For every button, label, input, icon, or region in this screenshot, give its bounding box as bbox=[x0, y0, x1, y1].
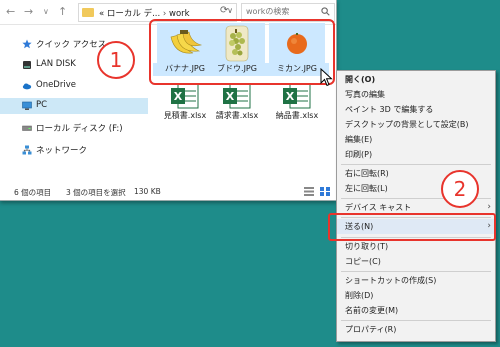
menu-item-copy[interactable]: コピー(C) bbox=[337, 254, 495, 269]
status-size: 130 KB bbox=[134, 187, 161, 196]
file-name: 納品書.xlsx bbox=[275, 111, 319, 120]
sidebar-item-local-disk-f[interactable]: ローカル ディスク (F:) bbox=[0, 120, 148, 136]
cloud-icon bbox=[22, 83, 32, 90]
back-arrow-icon[interactable]: ← bbox=[6, 5, 15, 18]
menu-item-edit-paint3d[interactable]: ペイント 3D で編集する bbox=[337, 102, 495, 117]
network-drive-icon bbox=[23, 61, 31, 69]
breadcrumb-folder[interactable]: work bbox=[169, 9, 190, 19]
menu-item-properties[interactable]: プロパティ(R) bbox=[337, 322, 495, 337]
svg-text:X: X bbox=[286, 90, 295, 103]
sidebar-item-label: ネットワーク bbox=[36, 146, 88, 156]
star-icon bbox=[22, 39, 32, 49]
status-bar: 6 個の項目 3 個の項目を選択 130 KB bbox=[0, 185, 336, 199]
menu-item-create-shortcut[interactable]: ショートカットの作成(S) bbox=[337, 273, 495, 288]
large-icons-view-icon[interactable] bbox=[320, 187, 330, 196]
status-selection: 3 個の項目を選択 bbox=[66, 188, 126, 197]
selection-highlight-box bbox=[149, 19, 335, 85]
svg-text:X: X bbox=[174, 90, 183, 103]
computer-icon bbox=[22, 101, 32, 110]
sidebar-item-label: LAN DISK bbox=[36, 59, 76, 69]
send-to-highlight-box bbox=[328, 213, 496, 241]
menu-item-delete[interactable]: 削除(D) bbox=[337, 288, 495, 303]
menu-item-edit-photo[interactable]: 写真の編集 bbox=[337, 87, 495, 102]
menu-item-open[interactable]: 開く(O) bbox=[337, 72, 495, 87]
sidebar-item-label: クイック アクセス bbox=[36, 40, 107, 50]
menu-item-set-desktop-background[interactable]: デスクトップの背景として設定(B) bbox=[337, 117, 495, 132]
step-badge-2: 2 bbox=[441, 170, 479, 208]
excel-file-icon: X bbox=[223, 83, 251, 109]
search-input[interactable] bbox=[246, 5, 314, 18]
recent-dropdown-icon[interactable]: ∨ bbox=[43, 7, 49, 16]
forward-arrow-icon[interactable]: → bbox=[24, 5, 33, 18]
drive-icon bbox=[22, 125, 32, 131]
folder-icon bbox=[82, 8, 94, 17]
svg-text:X: X bbox=[226, 90, 235, 103]
sidebar-item-label: ローカル ディスク (F:) bbox=[36, 124, 123, 134]
sidebar-item-pc[interactable]: PC bbox=[0, 98, 148, 114]
network-icon bbox=[22, 145, 32, 155]
breadcrumb-overflow[interactable]: « bbox=[99, 9, 104, 19]
sidebar-item-label: PC bbox=[36, 100, 48, 110]
refresh-icon[interactable]: ⟳ bbox=[220, 5, 228, 16]
menu-item-edit[interactable]: 編集(E) bbox=[337, 132, 495, 147]
menu-separator bbox=[341, 320, 491, 321]
details-view-icon[interactable] bbox=[304, 187, 314, 196]
menu-separator bbox=[341, 271, 491, 272]
sidebar-item-onedrive[interactable]: OneDrive bbox=[0, 78, 148, 94]
file-item-delivery-xlsx[interactable]: X 納品書.xlsx bbox=[269, 83, 325, 123]
excel-file-icon: X bbox=[171, 83, 199, 109]
search-icon[interactable] bbox=[321, 7, 330, 16]
excel-file-icon: X bbox=[283, 83, 311, 109]
menu-separator bbox=[341, 164, 491, 165]
context-menu: 開く(O) 写真の編集 ペイント 3D で編集する デスクトップの背景として設定… bbox=[336, 70, 496, 342]
menu-item-rename[interactable]: 名前の変更(M) bbox=[337, 303, 495, 318]
breadcrumb-drive[interactable]: ローカル デ... bbox=[107, 9, 160, 19]
menu-item-print[interactable]: 印刷(P) bbox=[337, 147, 495, 162]
file-item-invoice-xlsx[interactable]: X 請求書.xlsx bbox=[209, 83, 265, 123]
breadcrumb-separator: › bbox=[162, 9, 167, 19]
sidebar-item-network[interactable]: ネットワーク bbox=[0, 142, 148, 158]
up-arrow-icon[interactable]: ↑ bbox=[58, 5, 67, 18]
step-badge-1: 1 bbox=[97, 41, 135, 79]
menu-item-cut[interactable]: 切り取り(T) bbox=[337, 239, 495, 254]
mouse-cursor-icon bbox=[320, 68, 333, 87]
breadcrumb: « ローカル デ... › work bbox=[99, 7, 190, 19]
status-item-count: 6 個の項目 bbox=[14, 188, 52, 197]
file-name: 請求書.xlsx bbox=[215, 111, 259, 120]
sidebar-item-label: OneDrive bbox=[36, 80, 76, 90]
submenu-arrow-icon: › bbox=[487, 202, 491, 212]
